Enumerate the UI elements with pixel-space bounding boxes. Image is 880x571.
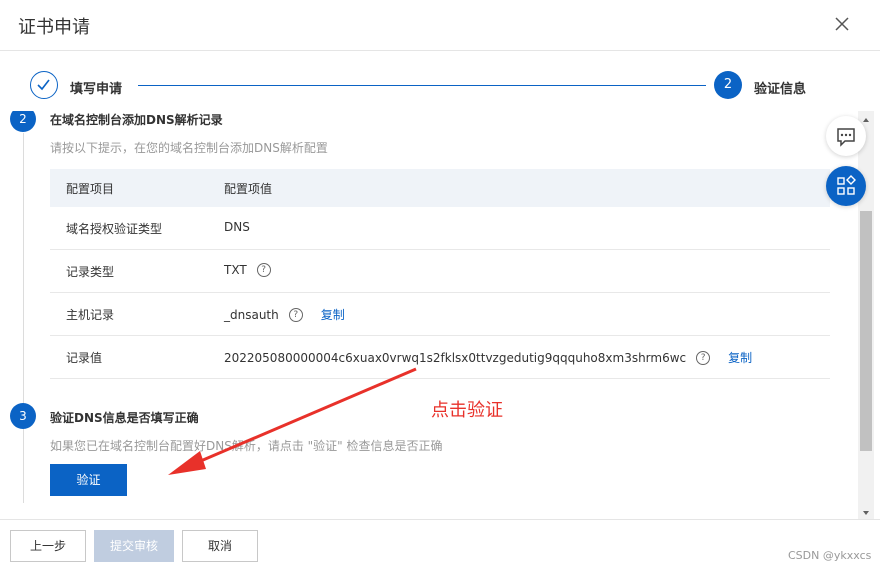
help-icon[interactable]: ? (256, 263, 271, 277)
row-label: 主机记录 (66, 308, 115, 322)
dialog-footer: 上一步 提交审核 取消 CSDN @ykxxcs (0, 519, 880, 571)
table-header-row: 配置项目 配置项值 (50, 169, 830, 207)
dialog-content: 2 在域名控制台添加DNS解析记录 请按以下提示，在您的域名控制台添加DNS解析… (0, 111, 858, 519)
table-row: 域名授权验证类型 DNS (50, 207, 830, 250)
apps-icon (837, 175, 856, 195)
section-3-number: 3 (10, 403, 36, 429)
step-indicator: 填写申请 2 验证信息 (0, 51, 880, 111)
row-label: 记录值 (66, 351, 103, 365)
table-header-value: 配置项值 (224, 182, 273, 196)
timeline-line (23, 133, 24, 503)
apps-button[interactable] (826, 166, 866, 206)
step-2-label: 验证信息 (754, 82, 807, 97)
submit-review-button[interactable]: 提交审核 (94, 530, 174, 562)
copy-record-value-link[interactable]: 复制 (728, 349, 752, 366)
row-value: TXT (224, 263, 247, 277)
section-2-title: 在域名控制台添加DNS解析记录 (50, 113, 223, 127)
section-2-number: 2 (10, 111, 36, 132)
table-row: 主机记录 _dnsauth ? 复制 (50, 293, 830, 336)
table-header-item: 配置项目 (66, 182, 115, 196)
step-2-number: 2 (714, 71, 742, 99)
feedback-button[interactable] (826, 116, 866, 156)
scroll-thumb[interactable] (860, 211, 872, 451)
watermark: CSDN @ykxxcs (788, 549, 872, 562)
dialog-title: 证书申请 (18, 17, 90, 38)
row-value: DNS (224, 220, 250, 234)
chat-icon (837, 128, 855, 147)
verify-button[interactable]: 验证 (50, 464, 127, 496)
copy-host-record-link[interactable]: 复制 (321, 306, 345, 323)
dialog-header: 证书申请 (0, 0, 880, 51)
dns-config-table: 配置项目 配置项值 域名授权验证类型 DNS 记录类型 TXT ? 主机记录 _… (50, 169, 830, 379)
help-icon[interactable]: ? (288, 307, 303, 322)
prev-step-button[interactable]: 上一步 (10, 530, 86, 562)
step-connector (138, 85, 706, 86)
annotation-text: 点击验证 (431, 400, 503, 421)
section-2-desc: 请按以下提示，在您的域名控制台添加DNS解析配置 (50, 141, 328, 155)
close-icon[interactable] (832, 14, 852, 34)
scroll-down-icon[interactable] (858, 504, 874, 516)
cancel-button[interactable]: 取消 (182, 530, 258, 562)
row-value: _dnsauth (224, 307, 279, 322)
help-icon[interactable]: ? (696, 350, 711, 365)
table-row: 记录类型 TXT ? (50, 250, 830, 293)
row-label: 记录类型 (66, 265, 115, 279)
row-label: 域名授权验证类型 (66, 222, 163, 236)
step-1-label: 填写申请 (70, 82, 123, 97)
annotation-arrow (168, 367, 417, 475)
check-icon (30, 71, 58, 99)
